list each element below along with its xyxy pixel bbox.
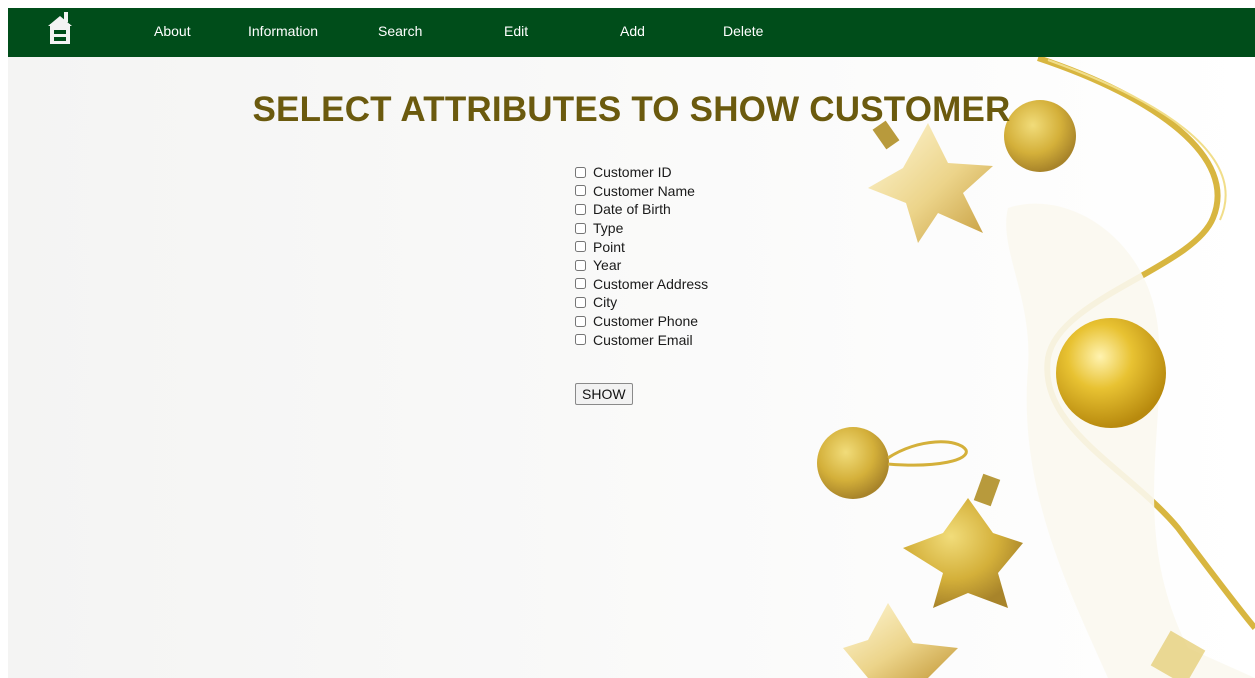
page-title: SELECT ATTRIBUTES TO SHOW CUSTOMER bbox=[252, 90, 1011, 129]
option-customer-phone[interactable]: Customer Phone bbox=[575, 312, 708, 331]
option-label: Year bbox=[593, 257, 622, 274]
page-frame: About Information Search Edit Add Delete… bbox=[8, 8, 1255, 678]
attribute-checklist: Customer ID Customer Name Date of Birth … bbox=[575, 163, 708, 349]
option-city[interactable]: City bbox=[575, 293, 708, 312]
option-label: Customer Address bbox=[593, 275, 709, 292]
option-label: City bbox=[593, 294, 618, 311]
option-label: Customer Phone bbox=[593, 313, 699, 330]
checkbox-customer-phone[interactable] bbox=[575, 315, 586, 327]
checkbox-customer-id[interactable] bbox=[575, 166, 586, 178]
nav-add[interactable]: Add bbox=[620, 23, 645, 39]
nav-search[interactable]: Search bbox=[378, 23, 422, 39]
option-label: Customer Name bbox=[593, 182, 695, 199]
option-customer-address[interactable]: Customer Address bbox=[575, 275, 708, 294]
option-year[interactable]: Year bbox=[575, 256, 708, 275]
option-customer-id[interactable]: Customer ID bbox=[575, 163, 708, 182]
option-label: Date of Birth bbox=[593, 201, 671, 218]
checkbox-type[interactable] bbox=[575, 222, 586, 234]
nav-information[interactable]: Information bbox=[248, 23, 318, 39]
checkbox-date-of-birth[interactable] bbox=[575, 203, 586, 215]
option-label: Type bbox=[593, 220, 624, 237]
nav-about[interactable]: About bbox=[154, 23, 191, 39]
top-navbar: About Information Search Edit Add Delete bbox=[8, 8, 1255, 57]
option-customer-email[interactable]: Customer Email bbox=[575, 330, 708, 349]
checkbox-customer-name[interactable] bbox=[575, 185, 586, 197]
option-label: Point bbox=[593, 238, 625, 255]
checkbox-year[interactable] bbox=[575, 259, 586, 271]
option-label: Customer ID bbox=[593, 164, 672, 181]
checkbox-customer-address[interactable] bbox=[575, 278, 586, 290]
option-customer-name[interactable]: Customer Name bbox=[575, 182, 708, 201]
option-date-of-birth[interactable]: Date of Birth bbox=[575, 200, 708, 219]
checkbox-point[interactable] bbox=[575, 241, 586, 253]
option-point[interactable]: Point bbox=[575, 237, 708, 256]
option-label: Customer Email bbox=[593, 331, 693, 348]
checkbox-customer-email[interactable] bbox=[575, 334, 586, 346]
show-button[interactable]: SHOW bbox=[575, 383, 633, 405]
home-icon[interactable] bbox=[48, 10, 72, 46]
checkbox-city[interactable] bbox=[575, 296, 586, 308]
nav-delete[interactable]: Delete bbox=[723, 23, 763, 39]
nav-edit[interactable]: Edit bbox=[504, 23, 528, 39]
option-type[interactable]: Type bbox=[575, 219, 708, 238]
